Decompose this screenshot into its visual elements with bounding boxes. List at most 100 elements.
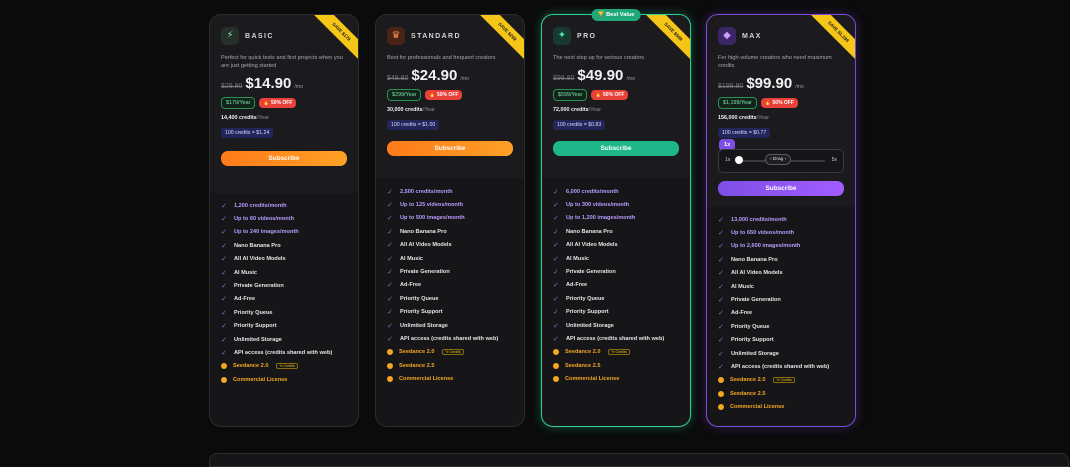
feature-text: Nano Banana Pro (400, 228, 447, 235)
credit-rate-badge: 100 credits = $0.83 (553, 120, 606, 130)
feature-text: API access (credits shared with web) (400, 335, 499, 342)
check-icon: ✓ (387, 309, 393, 317)
feature-text: Up to 2,600 images/month (731, 243, 801, 250)
feature-text: Priority Support (566, 309, 609, 316)
check-icon: ✓ (553, 215, 559, 223)
feature-text: Up to 300 videos/month (566, 202, 630, 209)
feature-text: Seedance 2.0 (730, 377, 766, 384)
check-icon: ✓ (387, 202, 393, 210)
feature-text: Commercial License (399, 376, 454, 383)
feature-text: Ad-Free (731, 310, 753, 317)
feature-item: Seedance 2.5 (553, 359, 679, 372)
save-ribbon: SAVE $299 (478, 15, 524, 61)
check-icon: ✓ (221, 269, 227, 277)
check-icon: ✓ (387, 295, 393, 303)
feature-text: Ad-Free (400, 282, 422, 289)
plan-header: SAVE $1,199 ◆ MAX For high-volume creato… (707, 15, 855, 207)
yearly-credits: 156,000 credits/Year (718, 115, 844, 121)
feature-item: ✓ Private Generation (553, 265, 679, 278)
feature-list: ✓ 6,000 credits/month ✓ Up to 300 videos/mo… (542, 179, 690, 386)
best-value-text: Best Value (606, 12, 635, 18)
check-icon: ✓ (718, 243, 724, 251)
feature-item: Seedance 2.5 (718, 387, 844, 400)
yearly-credits-value: 156,000 credits (718, 115, 757, 121)
feature-item: ✓ Unlimited Storage (718, 347, 844, 360)
price-period: /mo (795, 84, 804, 90)
check-icon: ✓ (221, 242, 227, 250)
subscribe-button[interactable]: Subscribe (387, 141, 513, 156)
feature-item: ✓ Priority Support (553, 306, 679, 319)
yearly-price-badge: $599/Year (553, 89, 588, 101)
feature-text: Unlimited Storage (400, 322, 448, 329)
check-icon: ✓ (553, 255, 559, 263)
feature-text: Seedance 2.0 (233, 363, 269, 370)
feature-item: ✓ Priority Queue (718, 320, 844, 333)
check-icon: ✓ (718, 283, 724, 291)
feature-item: ✓ 1,200 credits/month (221, 199, 347, 212)
feature-item: ✓ Unlimited Storage (553, 319, 679, 332)
feature-item: ✓ Up to 500 images/month (387, 212, 513, 225)
feature-item: ✓ Nano Banana Pro (553, 225, 679, 238)
check-icon: ✓ (718, 323, 724, 331)
subscribe-button[interactable]: Subscribe (718, 181, 844, 196)
check-icon: ✓ (387, 255, 393, 263)
yearly-credits-unit: /Year (756, 115, 770, 121)
check-icon: ✓ (221, 296, 227, 304)
old-price: $29.90 (221, 83, 243, 90)
plan-name: STANDARD (411, 32, 461, 40)
feature-text: Private Generation (566, 269, 616, 276)
check-icon: ✓ (221, 283, 227, 291)
feature-text: 13,000 credits/month (731, 216, 787, 223)
coin-icon (718, 377, 724, 384)
discount-badge: 🔥 50% OFF (591, 90, 629, 100)
check-icon: ✓ (718, 350, 724, 358)
price: $24.90 (411, 67, 458, 84)
feature-item: ✓ Nano Banana Pro (718, 253, 844, 266)
subscribe-button[interactable]: Subscribe (553, 141, 679, 156)
price: $14.90 (245, 75, 292, 92)
check-icon: ✓ (221, 336, 227, 344)
feature-item: ✓ Private Generation (387, 265, 513, 278)
feature-item: ✓ AI Music (221, 266, 347, 279)
discount-text: 50% OFF (437, 92, 459, 98)
feature-item: ✓ Up to 125 videos/month (387, 198, 513, 211)
feature-text: Ad-Free (566, 282, 588, 289)
feature-text: Private Generation (234, 283, 284, 290)
feature-text: Up to 60 videos/month (234, 216, 294, 223)
feature-text: Nano Banana Pro (234, 242, 281, 249)
feature-item: ✓ API access (credits shared with web) (718, 360, 844, 373)
half-credits-tag: ½ Credits (608, 349, 630, 356)
feature-item: ✓ Nano Banana Pro (387, 225, 513, 238)
yearly-credits-value: 30,000 credits (387, 107, 423, 113)
save-ribbon: SAVE $1,199 (809, 15, 855, 61)
credit-multiplier-slider[interactable]: 1x ‹ Drag › 5x (718, 149, 844, 173)
feature-item: ✓ All AI Video Models (221, 253, 347, 266)
feature-item: ✓ API access (credits shared with web) (221, 346, 347, 359)
feature-text: 1,200 credits/month (234, 202, 287, 209)
feature-text: All AI Video Models (731, 270, 783, 277)
feature-text: Commercial License (233, 376, 288, 383)
yearly-credits: 72,000 credits/Year (553, 107, 679, 113)
subscribe-button[interactable]: Subscribe (221, 151, 347, 166)
feature-item: ✓ All AI Video Models (387, 239, 513, 252)
feature-item: ✓ Up to 2,600 images/month (718, 240, 844, 253)
lightning-icon: ⚡ (221, 27, 239, 45)
check-icon: ✓ (553, 188, 559, 196)
plan-name: MAX (742, 32, 762, 40)
feature-item: ✓ Priority Queue (387, 292, 513, 305)
credit-rate-badge: 100 credits = $0.77 (718, 128, 771, 138)
feature-item: ✓ Up to 1,200 images/month (553, 212, 679, 225)
check-icon: ✓ (553, 202, 559, 210)
slider-knob[interactable] (735, 156, 743, 164)
half-credits-tag: ½ Credits (442, 349, 464, 356)
half-credits-tag: ½ Credits (773, 377, 795, 384)
feature-item: ✓ API access (credits shared with web) (387, 332, 513, 345)
feature-item: ✓ Private Generation (221, 279, 347, 292)
feature-text: All AI Video Models (566, 242, 618, 249)
check-icon: ✓ (387, 188, 393, 196)
yearly-credits-unit: /Year (256, 115, 270, 121)
plan-header: SAVE $299 ♛ STANDARD Best for profession… (376, 15, 524, 179)
feature-item: ✓ 6,000 credits/month (553, 185, 679, 198)
feature-item: ✓ API access (credits shared with web) (553, 332, 679, 345)
feature-text: Up to 125 videos/month (400, 202, 464, 209)
